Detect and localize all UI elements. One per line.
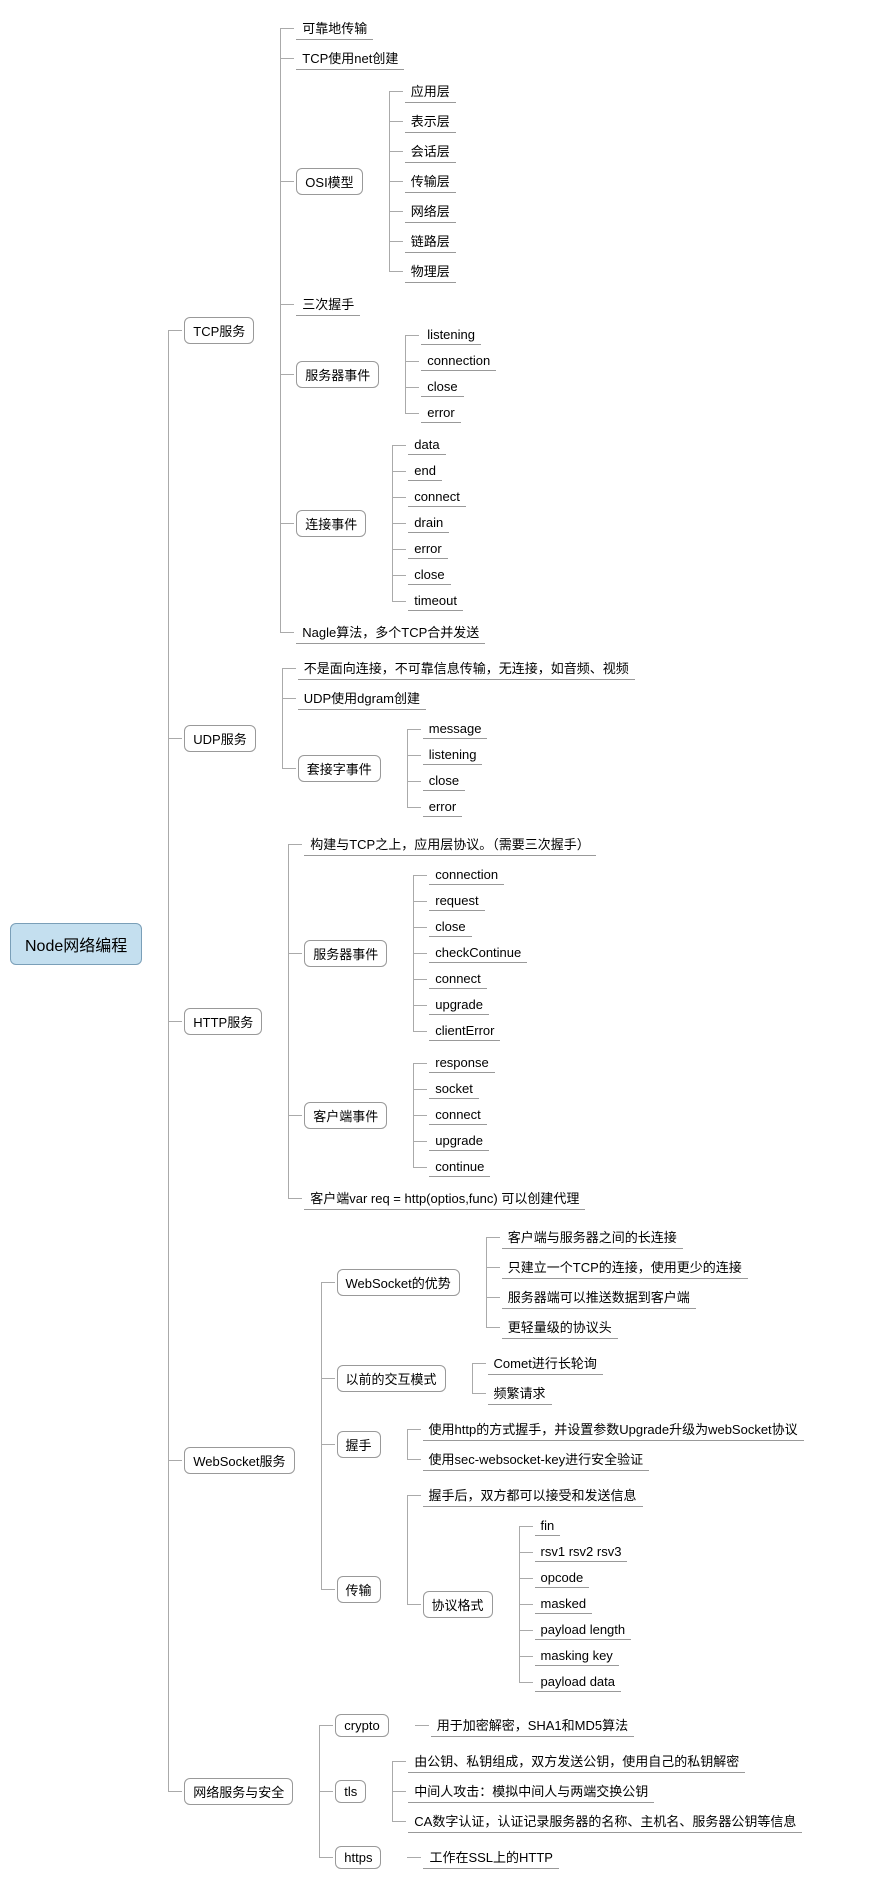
tcp-server-events[interactable]: 服务器事件: [296, 361, 379, 388]
leaf-item: 链路层: [405, 229, 456, 253]
tcp-node[interactable]: TCP服务: [184, 317, 254, 344]
crypto-node[interactable]: crypto: [335, 1714, 388, 1737]
leaf-item: error: [421, 403, 460, 423]
leaf-item: 应用层: [405, 79, 456, 103]
leaf-item: payload data: [535, 1672, 621, 1692]
leaf-item: connect: [429, 1105, 487, 1125]
tcp-conn-events[interactable]: 连接事件: [296, 510, 366, 537]
leaf-item: close: [423, 771, 465, 791]
leaf-item: continue: [429, 1157, 490, 1177]
udp-socket-events[interactable]: 套接字事件: [298, 755, 381, 782]
tcp-nagle: Nagle算法，多个TCP合并发送: [296, 620, 485, 644]
leaf-item: error: [408, 539, 447, 559]
leaf-item: 客户端与服务器之间的长连接: [502, 1225, 683, 1249]
leaf-item: close: [421, 377, 463, 397]
leaf-item: connection: [429, 865, 504, 885]
tls-node[interactable]: tls: [335, 1780, 366, 1803]
osi-node[interactable]: OSI模型: [296, 168, 362, 195]
leaf-item: 使用http的方式握手，并设置参数Upgrade升级为webSocket协议: [423, 1417, 804, 1441]
leaf-item: end: [408, 461, 442, 481]
ws-transfer[interactable]: 传输: [337, 1576, 381, 1603]
osi-layers: 应用层表示层会话层传输层网络层链路层物理层: [363, 76, 804, 286]
leaf-item: masked: [535, 1594, 593, 1614]
ws-adv[interactable]: WebSocket的优势: [337, 1269, 460, 1296]
ws-oldmode[interactable]: 以前的交互模式: [337, 1365, 446, 1392]
leaf-item: 只建立一个TCP的连接，使用更少的连接: [502, 1255, 748, 1279]
leaf-item: CA数字认证，认证记录服务器的名称、主机名、服务器公钥等信息: [408, 1809, 802, 1833]
https-desc: 工作在SSL上的HTTP: [423, 1845, 559, 1869]
leaf-item: 传输层: [405, 169, 456, 193]
leaf-item: data: [408, 435, 445, 455]
leaf-item: fin: [535, 1516, 561, 1536]
leaf-item: 使用sec-websocket-key进行安全验证: [423, 1447, 650, 1471]
leaf-item: connection: [421, 351, 496, 371]
udp-dgram: UDP使用dgram创建: [298, 686, 426, 710]
http-desc: 构建与TCP之上，应用层协议。（需要三次握手）: [304, 832, 596, 856]
http-node[interactable]: HTTP服务: [184, 1008, 262, 1035]
leaf-item: checkContinue: [429, 943, 527, 963]
leaf-item: 频繁请求: [488, 1381, 552, 1405]
leaf-item: error: [423, 797, 462, 817]
leaf-item: timeout: [408, 591, 463, 611]
udp-node[interactable]: UDP服务: [184, 725, 255, 752]
leaf-item: 物理层: [405, 259, 456, 283]
tcp-reliable: 可靠地传输: [296, 16, 373, 40]
leaf-item: 网络层: [405, 199, 456, 223]
crypto-desc: 用于加密解密，SHA1和MD5算法: [431, 1713, 634, 1737]
leaf-item: response: [429, 1053, 494, 1073]
leaf-item: connect: [429, 969, 487, 989]
leaf-item: close: [408, 565, 450, 585]
tcp-net: TCP使用net创建: [296, 46, 404, 70]
leaf-item: 表示层: [405, 109, 456, 133]
leaf-item: upgrade: [429, 995, 489, 1015]
leaf-item: connect: [408, 487, 466, 507]
security-node[interactable]: 网络服务与安全: [184, 1778, 293, 1805]
root-node[interactable]: Node网络编程: [10, 923, 142, 965]
leaf-item: 会话层: [405, 139, 456, 163]
leaf-item: listening: [423, 745, 483, 765]
leaf-item: drain: [408, 513, 449, 533]
leaf-item: close: [429, 917, 471, 937]
https-node[interactable]: https: [335, 1846, 381, 1869]
leaf-item: clientError: [429, 1021, 500, 1041]
mindmap-root: Node网络编程 TCP服务 可靠地传输 TCP使用net创建 OSI模型 应用…: [10, 10, 873, 1878]
leaf-item: 更轻量级的协议头: [502, 1315, 618, 1339]
tcp-handshake: 三次握手: [296, 292, 360, 316]
leaf-item: message: [423, 719, 488, 739]
ws-handshake[interactable]: 握手: [337, 1431, 381, 1458]
http-client-events[interactable]: 客户端事件: [304, 1102, 387, 1129]
leaf-item: Comet进行长轮询: [488, 1351, 603, 1375]
udp-desc: 不是面向连接，不可靠信息传输，无连接，如音频、视频: [298, 656, 635, 680]
leaf-item: masking key: [535, 1646, 619, 1666]
http-proxy: 客户端var req = http(optios,func) 可以创建代理: [304, 1186, 585, 1210]
http-server-events[interactable]: 服务器事件: [304, 940, 387, 967]
leaf-item: socket: [429, 1079, 479, 1099]
leaf-item: request: [429, 891, 484, 911]
leaf-item: opcode: [535, 1568, 590, 1588]
leaf-item: 中间人攻击：模拟中间人与两端交换公钥: [408, 1779, 654, 1803]
leaf-item: upgrade: [429, 1131, 489, 1151]
leaf-item: payload length: [535, 1620, 632, 1640]
leaf-item: 由公钥、私钥组成，双方发送公钥，使用自己的私钥解密: [408, 1749, 745, 1773]
leaf-item: rsv1 rsv2 rsv3: [535, 1542, 628, 1562]
leaf-item: listening: [421, 325, 481, 345]
ws-format[interactable]: 协议格式: [423, 1591, 493, 1618]
leaf-item: 服务器端可以推送数据到客户端: [502, 1285, 696, 1309]
ws-node[interactable]: WebSocket服务: [184, 1447, 294, 1474]
ws-after-handshake: 握手后，双方都可以接受和发送信息: [423, 1483, 643, 1507]
